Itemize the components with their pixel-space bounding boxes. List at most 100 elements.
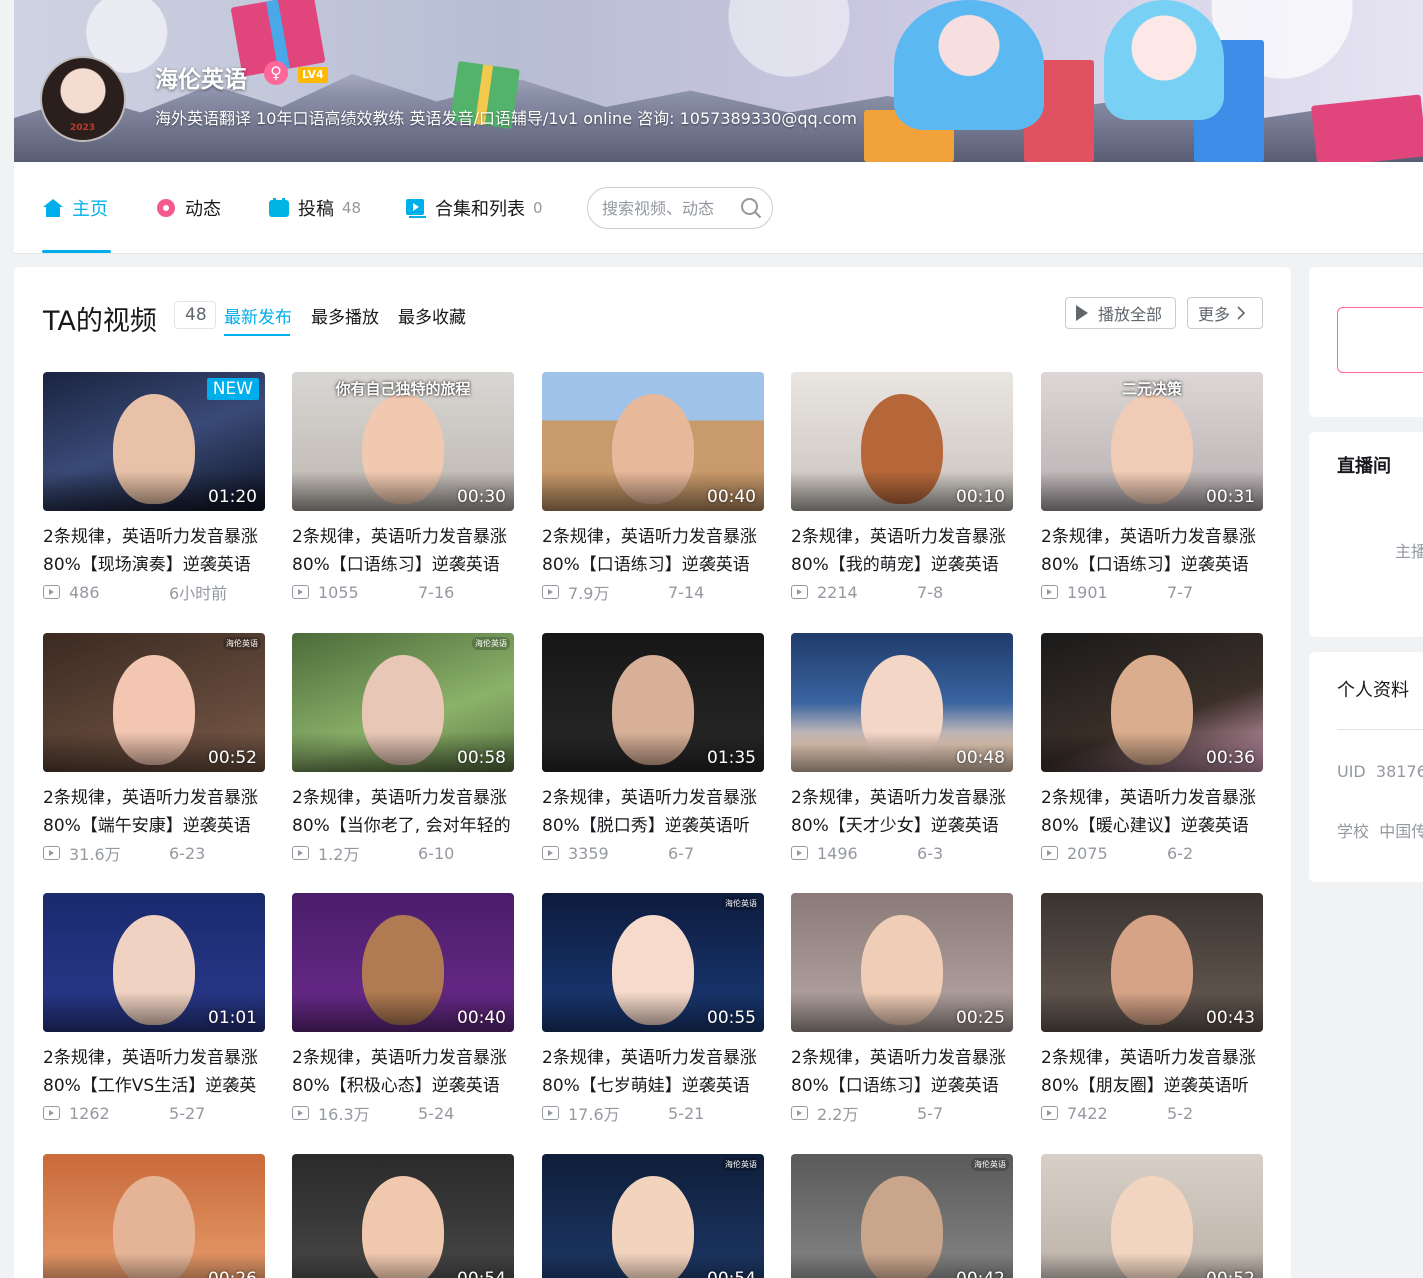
play-count-icon — [1041, 1106, 1058, 1120]
video-card[interactable]: 00:36 2条规律，英语听力发音暴涨80%【暖心建议】逆袭英语听力 2075 6-2 — [1041, 633, 1263, 864]
video-title[interactable]: 2条规律，英语听力发音暴涨80%【现场演奏】逆袭英语听力 — [43, 523, 265, 579]
video-card[interactable]: 01:20 NEW 2条规律，英语听力发音暴涨80%【现场演奏】逆袭英语听力 486 6… — [43, 372, 265, 603]
video-title[interactable]: 2条规律，英语听力发音暴涨80%【端午安康】逆袭英语听力 — [43, 784, 265, 840]
tab-uploads[interactable]: 投稿 48 — [268, 196, 361, 220]
video-meta: 7422 5-2 — [1041, 1102, 1263, 1124]
video-title[interactable]: 2条规律，英语听力发音暴涨80%【口语练习】逆袭英语听力 — [791, 1044, 1013, 1100]
video-card[interactable]: 00:25 2条规律，英语听力发音暴涨80%【口语练习】逆袭英语听力 2.2万 5-7 — [791, 893, 1013, 1124]
video-title[interactable]: 2条规律，英语听力发音暴涨80%【朋友圈】逆袭英语听力 — [1041, 1044, 1263, 1100]
sort-tab-indicator — [224, 334, 290, 336]
video-thumbnail[interactable]: 00:30 你有自己独特的旅程 — [292, 372, 514, 511]
play-count-icon — [542, 1106, 559, 1120]
video-thumbnail[interactable]: 00:54 — [292, 1154, 514, 1278]
videos-count-badge: 48 — [174, 301, 216, 329]
video-thumbnail[interactable]: 01:35 — [542, 633, 764, 772]
video-card[interactable]: 00:31二元决策2条规律，英语听力发音暴涨80%【口语练习】逆袭英语听力190… — [1041, 372, 1263, 603]
video-card[interactable]: 00:30 你有自己独特的旅程 2条规律，英语听力发音暴涨80%【口语练习】逆袭英语… — [292, 372, 514, 603]
thumbnail-subject — [861, 655, 943, 765]
play-count: 2214 — [817, 582, 858, 602]
search-icon[interactable] — [740, 197, 762, 219]
video-title[interactable]: 2条规律，英语听力发音暴涨80%【积极心态】逆袭英语听力 — [292, 1044, 514, 1100]
tab-most-played[interactable]: 最多播放 — [311, 303, 379, 328]
video-card[interactable]: 00:10 2条规律，英语听力发音暴涨80%【我的萌宠】逆袭英语听力 2214 7-8 — [791, 372, 1013, 603]
tab-collections-label: 合集和列表 — [435, 199, 525, 220]
female-icon: ♀ — [264, 61, 288, 85]
tab-dynamic[interactable]: 动态 — [155, 196, 221, 220]
video-meta: 3359 6-7 — [542, 842, 764, 864]
video-thumbnail[interactable]: 00:25 — [791, 893, 1013, 1032]
play-all-button[interactable]: 播放全部 — [1065, 297, 1176, 329]
video-card[interactable]: 00:54 海伦英语 — [542, 1154, 764, 1278]
videos-section-title: TA的视频 — [43, 306, 157, 337]
tab-home[interactable]: 主页 — [42, 196, 108, 220]
video-thumbnail[interactable]: 00:40 — [292, 893, 514, 1032]
video-title[interactable]: 2条规律，英语听力发音暴涨80%【天才少女】逆袭英语听力 — [791, 784, 1013, 840]
video-thumbnail[interactable]: 01:20 NEW — [43, 372, 265, 511]
video-title[interactable]: 2条规律，英语听力发音暴涨80%【口语练习】逆袭英语听力 — [1041, 523, 1263, 579]
play-count: 1262 — [69, 1103, 110, 1123]
video-card[interactable]: 00:42 海伦英语 — [791, 1154, 1013, 1278]
thumbnail-subject — [861, 915, 943, 1025]
uid-value: 38176 — [1375, 762, 1423, 781]
play-count: 2075 — [1067, 843, 1108, 863]
charge-button[interactable] — [1337, 307, 1423, 373]
video-card[interactable]: 00:54 — [292, 1154, 514, 1278]
video-thumbnail[interactable]: 00:26 — [43, 1154, 265, 1278]
video-title[interactable]: 2条规律，英语听力发音暴涨80%【脱口秀】逆袭英语听力 — [542, 784, 764, 840]
video-title[interactable]: 2条规律，英语听力发音暴涨80%【当你老了, 会对年轻的 — [292, 784, 514, 840]
tab-most-favorited[interactable]: 最多收藏 — [398, 303, 466, 328]
watermark: 海伦英语 — [722, 897, 760, 910]
video-thumbnail[interactable]: 00:43 — [1041, 893, 1263, 1032]
video-thumbnail[interactable]: 00:36 — [1041, 633, 1263, 772]
thumbnail-subject — [1111, 394, 1193, 504]
video-thumbnail[interactable]: 01:01 — [43, 893, 265, 1032]
video-title[interactable]: 2条规律，英语听力发音暴涨80%【口语练习】逆袭英语听力 — [292, 523, 514, 579]
play-count-icon — [791, 1106, 808, 1120]
thumbnail-subject — [1111, 655, 1193, 765]
thumbnail-subject — [612, 915, 694, 1025]
more-button[interactable]: 更多 — [1187, 297, 1263, 329]
video-thumbnail[interactable]: 00:52 — [1041, 1154, 1263, 1278]
video-card[interactable]: 00:58 海伦英语 2条规律，英语听力发音暴涨80%【当你老了, 会对年轻的 1.2… — [292, 633, 514, 864]
video-card[interactable]: 00:48 2条规律，英语听力发音暴涨80%【天才少女】逆袭英语听力 1496 6-3 — [791, 633, 1013, 864]
video-duration: 00:10 — [956, 487, 1005, 507]
video-thumbnail[interactable]: 00:58 海伦英语 — [292, 633, 514, 772]
video-thumbnail[interactable]: 00:31 二元决策 — [1041, 372, 1263, 511]
video-thumbnail[interactable]: 00:48 — [791, 633, 1013, 772]
thumbnail-subject — [612, 655, 694, 765]
video-thumbnail[interactable]: 00:55 海伦英语 — [542, 893, 764, 1032]
video-card[interactable]: 00:52海伦英语2条规律，英语听力发音暴涨80%【端午安康】逆袭英语听力31.… — [43, 633, 265, 864]
video-card[interactable]: 00:43 2条规律，英语听力发音暴涨80%【朋友圈】逆袭英语听力 7422 5-2 — [1041, 893, 1263, 1124]
video-thumbnail[interactable]: 00:40 — [542, 372, 764, 511]
video-card[interactable]: 00:40 2条规律，英语听力发音暴涨80%【积极心态】逆袭英语听力 16.3万 5-… — [292, 893, 514, 1124]
video-card[interactable]: 00:52 — [1041, 1154, 1263, 1278]
video-card[interactable]: 00:26 — [43, 1154, 265, 1278]
video-title[interactable]: 2条规律，英语听力发音暴涨80%【我的萌宠】逆袭英语听力 — [791, 523, 1013, 579]
video-thumbnail[interactable]: 00:42 海伦英语 — [791, 1154, 1013, 1278]
thumbnail-subject — [362, 394, 444, 504]
search-input[interactable] — [602, 198, 732, 218]
video-upload-icon — [269, 198, 289, 217]
thumbnail-subject — [362, 915, 444, 1025]
play-count-icon — [1041, 585, 1058, 599]
video-title[interactable]: 2条规律，英语听力发音暴涨80%【暖心建议】逆袭英语听力 — [1041, 784, 1263, 840]
video-title[interactable]: 2条规律，英语听力发音暴涨80%【口语练习】逆袭英语听力 — [542, 523, 764, 579]
video-thumbnail[interactable]: 00:54 海伦英语 — [542, 1154, 764, 1278]
video-duration: 01:35 — [707, 748, 756, 768]
video-thumbnail[interactable]: 00:10 — [791, 372, 1013, 511]
video-card[interactable]: 00:40 2条规律，英语听力发音暴涨80%【口语练习】逆袭英语听力 7.9万 7-1… — [542, 372, 764, 603]
live-room-card: 直播间 主播 — [1309, 432, 1423, 637]
search-box[interactable] — [587, 187, 773, 229]
play-count: 1.2万 — [318, 845, 360, 864]
video-title[interactable]: 2条规律，英语听力发音暴涨80%【七岁萌娃】逆袭英语听力 — [542, 1044, 764, 1100]
video-card[interactable]: 01:35 2条规律，英语听力发音暴涨80%【脱口秀】逆袭英语听力 3359 6-7 — [542, 633, 764, 864]
play-count-icon — [292, 585, 309, 599]
video-card[interactable]: 01:01 2条规律，英语听力发音暴涨80%【工作VS生活】逆袭英语 1262 5-2… — [43, 893, 265, 1124]
uid-label: UID — [1337, 762, 1366, 781]
video-thumbnail[interactable]: 00:52 海伦英语 — [43, 633, 265, 772]
tab-collections[interactable]: 合集和列表 0 — [405, 196, 543, 220]
video-card[interactable]: 00:55海伦英语2条规律，英语听力发音暴涨80%【七岁萌娃】逆袭英语听力17.… — [542, 893, 764, 1124]
tab-latest[interactable]: 最新发布 — [224, 303, 292, 328]
video-title[interactable]: 2条规律，英语听力发音暴涨80%【工作VS生活】逆袭英语 — [43, 1044, 265, 1100]
thumbnail-subject — [612, 1176, 694, 1278]
